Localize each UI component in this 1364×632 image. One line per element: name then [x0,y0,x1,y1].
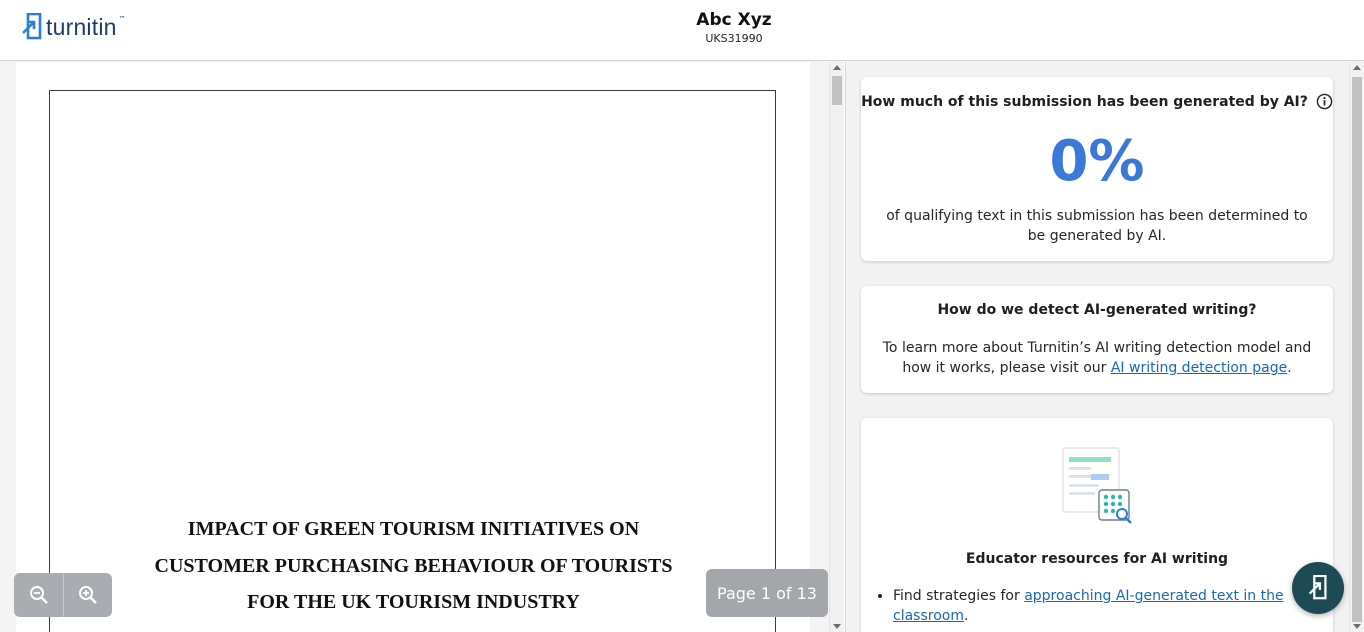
ai-score-card: How much of this submission has been gen… [861,77,1333,261]
list-item: Find strategies for approaching AI-gener… [893,586,1313,626]
ai-score-description: of qualifying text in this submission ha… [886,208,1308,244]
panel-scrollbar[interactable] [1349,62,1364,632]
scroll-down-arrow-icon[interactable] [833,624,841,629]
submission-title: Abc Xyz UKS31990 [0,9,1364,47]
viewer-scroll-thumb[interactable] [832,76,842,105]
document-title-line: FOR THE UK TOURISM INDUSTRY [247,591,580,613]
help-chat-icon [1308,575,1327,600]
app-header: turnitin ™ Abc Xyz UKS31990 [0,0,1364,61]
document-page: IMPACT OF GREEN TOURISM INITIATIVES ON C… [16,62,810,632]
document-title-line: IMPACT OF GREEN TOURISM INITIATIVES ON [187,518,640,540]
document-viewer[interactable]: IMPACT OF GREEN TOURISM INITIATIVES ON C… [0,62,844,632]
info-icon[interactable] [1316,93,1333,110]
resource-suffix: . [963,608,969,624]
zoom-in-button[interactable] [63,573,112,617]
scroll-up-arrow-icon[interactable] [833,65,841,70]
scroll-up-arrow-icon[interactable] [1353,65,1361,70]
ai-resources-illustration-icon [1062,447,1132,524]
zoom-out-button[interactable] [14,573,63,617]
submission-id: UKS31990 [705,32,763,45]
educator-resources-heading: Educator resources for AI writing [965,551,1229,567]
ai-score-percent: 0% [1049,129,1145,194]
resource-prefix: Find strategies for [893,588,1025,604]
ai-report-panel[interactable]: How much of this submission has been gen… [845,62,1364,632]
zoom-in-icon [79,586,97,604]
ai-score-question: How much of this submission has been gen… [861,93,1308,110]
educator-resources-card: Educator resources for AI writing Find s… [861,418,1333,632]
detection-heading: How do we detect AI-generated writing? [937,302,1257,318]
educator-resources-list: Find strategies for approaching AI-gener… [893,586,1313,626]
detection-text-end: . [1287,360,1292,376]
document-title: IMPACT OF GREEN TOURISM INITIATIVES ON C… [50,511,777,621]
viewer-scrollbar[interactable] [829,62,844,632]
ai-detection-page-link[interactable]: AI writing detection page [1111,360,1287,376]
page-border: IMPACT OF GREEN TOURISM INITIATIVES ON C… [49,90,776,632]
help-button[interactable] [1292,562,1344,614]
zoom-out-icon [29,586,48,604]
scroll-down-arrow-icon[interactable] [1353,624,1361,629]
zoom-controls [14,573,112,617]
detection-text: To learn more about Turnitin’s AI writin… [875,338,1319,378]
page-indicator: Page 1 of 13 [706,569,828,617]
panel-scroll-thumb[interactable] [1352,77,1362,622]
detection-info-card: How do we detect AI-generated writing? T… [861,286,1333,393]
student-name: Abc Xyz [696,10,772,30]
document-title-line: CUSTOMER PURCHASING BEHAVIOUR OF TOURIST… [154,554,673,577]
